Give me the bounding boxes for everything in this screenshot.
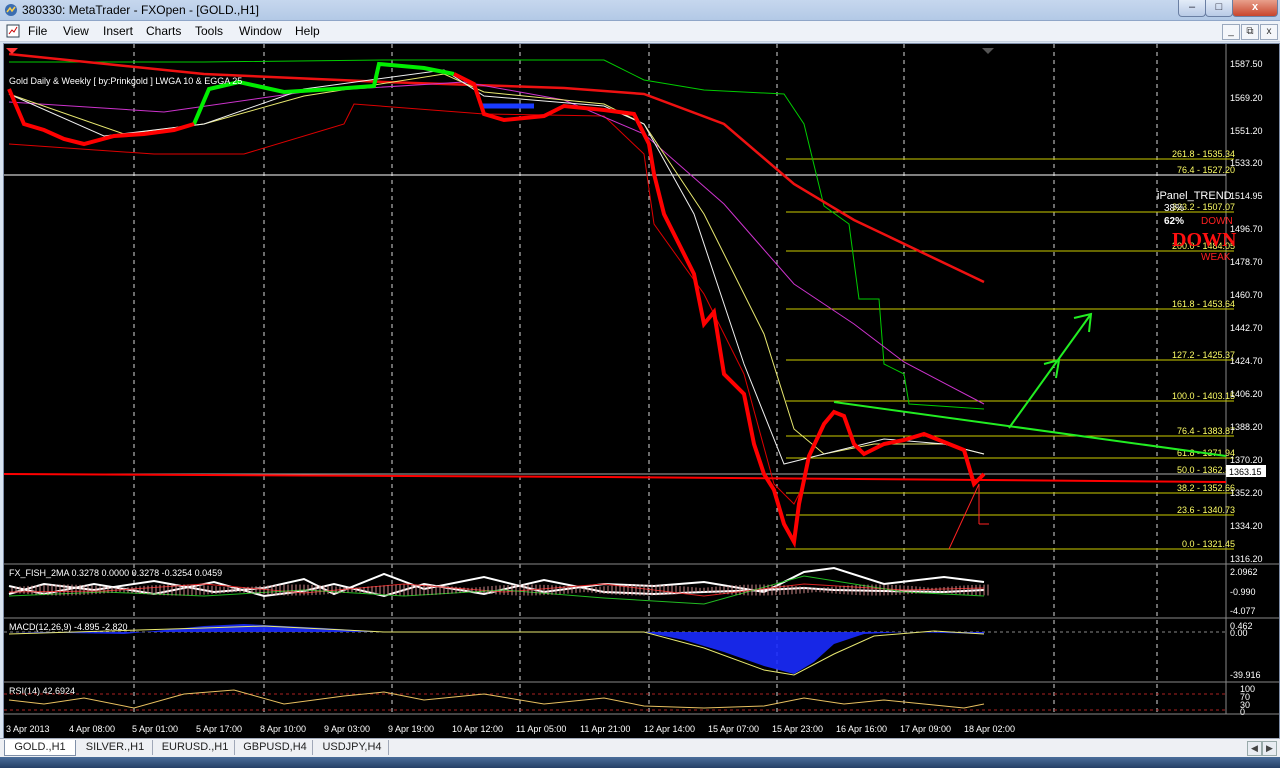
mdi-minimize-button[interactable]: _: [1222, 24, 1240, 40]
fib-label: 38.2 - 1352.66: [1177, 483, 1235, 493]
current-price: 1363.15: [1229, 467, 1262, 477]
chart-tabs: GOLD.,H1 SILVER.,H1 EURUSD.,H1 GBPUSD,H4…: [0, 738, 1280, 757]
fib-label: 100.0 - 1403.15: [1172, 391, 1235, 401]
tab-usdjpy-h4[interactable]: USDJPY,H4: [316, 740, 389, 755]
rsi-axis-tick: 0: [1240, 707, 1245, 717]
fib-label: 0.0 - 1321.45: [1182, 539, 1235, 549]
time-tick: 17 Apr 09:00: [900, 724, 951, 734]
fish-axis-tick: -4.077: [1230, 606, 1256, 616]
price-tick: 1569.20: [1230, 93, 1263, 103]
price-tick: 1352.20: [1230, 488, 1263, 498]
macd-axis-tick: -39.916: [1230, 670, 1261, 680]
ipanel-pct2: 62%: [1164, 216, 1184, 227]
price-tick: 1478.70: [1230, 257, 1263, 267]
time-tick: 9 Apr 03:00: [324, 724, 370, 734]
price-tick: 1460.70: [1230, 290, 1263, 300]
time-tick: 9 Apr 19:00: [388, 724, 434, 734]
price-candles-bear: [7, 72, 986, 549]
fib-label: 76.4 - 1383.87: [1177, 426, 1235, 436]
green-arrow-up-line: [1008, 313, 1092, 429]
menu-help[interactable]: Help: [295, 24, 320, 38]
metatrader-app-icon: [5, 4, 17, 16]
time-tick: 5 Apr 17:00: [196, 724, 242, 734]
price-tick: 1587.50: [1230, 59, 1263, 69]
ipanel-pct1: 38%: [1164, 203, 1184, 214]
menu-file[interactable]: File: [28, 24, 47, 38]
mdi-close-button[interactable]: x: [1260, 24, 1278, 40]
price-tick: 1424.70: [1230, 356, 1263, 366]
menu-tools[interactable]: Tools: [195, 24, 223, 38]
menu-insert[interactable]: Insert: [103, 24, 133, 38]
menu-charts[interactable]: Charts: [146, 24, 181, 38]
price-tick: 1388.20: [1230, 422, 1263, 432]
menu-window[interactable]: Window: [239, 24, 282, 38]
chart-window-icon[interactable]: [6, 24, 20, 38]
fib-label: 161.8 - 1453.64: [1172, 299, 1235, 309]
time-tick: 18 Apr 02:00: [964, 724, 1015, 734]
maximize-button[interactable]: □: [1205, 0, 1233, 17]
price-tick: 1316.20: [1230, 554, 1263, 564]
menu-view[interactable]: View: [63, 24, 89, 38]
minimize-button[interactable]: –: [1178, 0, 1206, 17]
time-tick: 5 Apr 01:00: [132, 724, 178, 734]
time-tick: 8 Apr 10:00: [260, 724, 306, 734]
tab-scroll-left[interactable]: ◀: [1247, 741, 1262, 756]
fish-axis-tick: -0.990: [1230, 587, 1256, 597]
fib-label: 23.6 - 1340.73: [1177, 505, 1235, 515]
price-tick: 1514.95: [1230, 191, 1263, 201]
time-tick: 3 Apr 2013: [6, 724, 50, 734]
fib-label: 261.8 - 1535.34: [1172, 149, 1235, 159]
chart-shift-marker[interactable]: [6, 48, 18, 54]
title-bar: 380330: MetaTrader - FXOpen - [GOLD.,H1]…: [0, 0, 1280, 21]
tab-scroll-right[interactable]: ▶: [1262, 741, 1277, 756]
ipanel-big-direction: DOWN: [1172, 229, 1237, 251]
menu-bar: File View Insert Charts Tools Window Hel…: [0, 21, 1280, 42]
close-button[interactable]: x: [1232, 0, 1278, 17]
white-ma: [8, 69, 985, 465]
green-trend-line: [833, 401, 1227, 457]
red-lower-envelope: [8, 103, 805, 505]
time-tick: 4 Apr 08:00: [69, 724, 115, 734]
time-tick: 11 Apr 21:00: [580, 724, 630, 734]
price-tick: 1442.70: [1230, 323, 1263, 333]
rsi-line: [8, 689, 985, 709]
fish-label: FX_FISH_2MA 0.3278 0.0000 0.3278 -0.3254…: [9, 568, 222, 578]
mdi-restore-button[interactable]: ⧉: [1241, 24, 1259, 40]
fib-label: 127.2 - 1425.37: [1172, 350, 1235, 360]
price-tick: 1496.70: [1230, 224, 1263, 234]
chart-shift-marker-right[interactable]: [982, 48, 994, 54]
time-tick: 11 Apr 05:00: [516, 724, 566, 734]
ipanel-strength: WEAK: [1201, 252, 1231, 263]
time-tick: 15 Apr 07:00: [708, 724, 759, 734]
ipanel-trend: iPanel_TREND 38% 62% DOWN DOWN WEAK: [1157, 190, 1237, 263]
time-tick: 10 Apr 12:00: [452, 724, 503, 734]
fish-axis-tick: 2.0962: [1230, 567, 1258, 577]
price-tick: 1406.20: [1230, 389, 1263, 399]
price-tick: 1370.20: [1230, 455, 1263, 465]
price-tick: 1334.20: [1230, 521, 1263, 531]
green-envelope-line: [9, 59, 985, 410]
red-horizontal-line: [4, 473, 1227, 483]
tab-silver-h1[interactable]: SILVER.,H1: [78, 740, 153, 755]
price-tick: 1551.20: [1230, 126, 1263, 136]
price-tick: 1533.20: [1230, 158, 1263, 168]
chart-area[interactable]: 261.8 - 1535.34 76.4 - 1527.20 323.2 - 1…: [3, 43, 1280, 739]
price-axis: 1587.50 1569.20 1551.20 1533.20 1514.95 …: [1230, 59, 1263, 564]
fib-label: 76.4 - 1527.20: [1177, 165, 1235, 175]
ipanel-direction: DOWN: [1201, 216, 1233, 227]
time-tick: 15 Apr 23:00: [772, 724, 823, 734]
macd-axis-tick: 0.00: [1230, 628, 1248, 638]
tab-eurusd-h1[interactable]: EURUSD.,H1: [156, 740, 235, 755]
time-tick: 16 Apr 16:00: [836, 724, 887, 734]
taskbar: [0, 757, 1280, 768]
window-title: 380330: MetaTrader - FXOpen - [GOLD.,H1]: [22, 3, 259, 17]
time-axis: 3 Apr 2013 4 Apr 08:00 5 Apr 01:00 5 Apr…: [6, 724, 1015, 734]
gold-h1-chart[interactable]: 261.8 - 1535.34 76.4 - 1527.20 323.2 - 1…: [4, 44, 1279, 738]
price-candles-bull: [192, 61, 455, 125]
tab-gbpusd-h4[interactable]: GBPUSD,H4: [238, 740, 313, 755]
indicator-label: Gold Daily & Weekly [ by:Prinkgold ] LWG…: [9, 76, 242, 86]
time-tick: 12 Apr 14:00: [644, 724, 695, 734]
tab-gold-h1[interactable]: GOLD.,H1: [4, 740, 76, 756]
ipanel-title: iPanel_TREND: [1157, 190, 1232, 202]
